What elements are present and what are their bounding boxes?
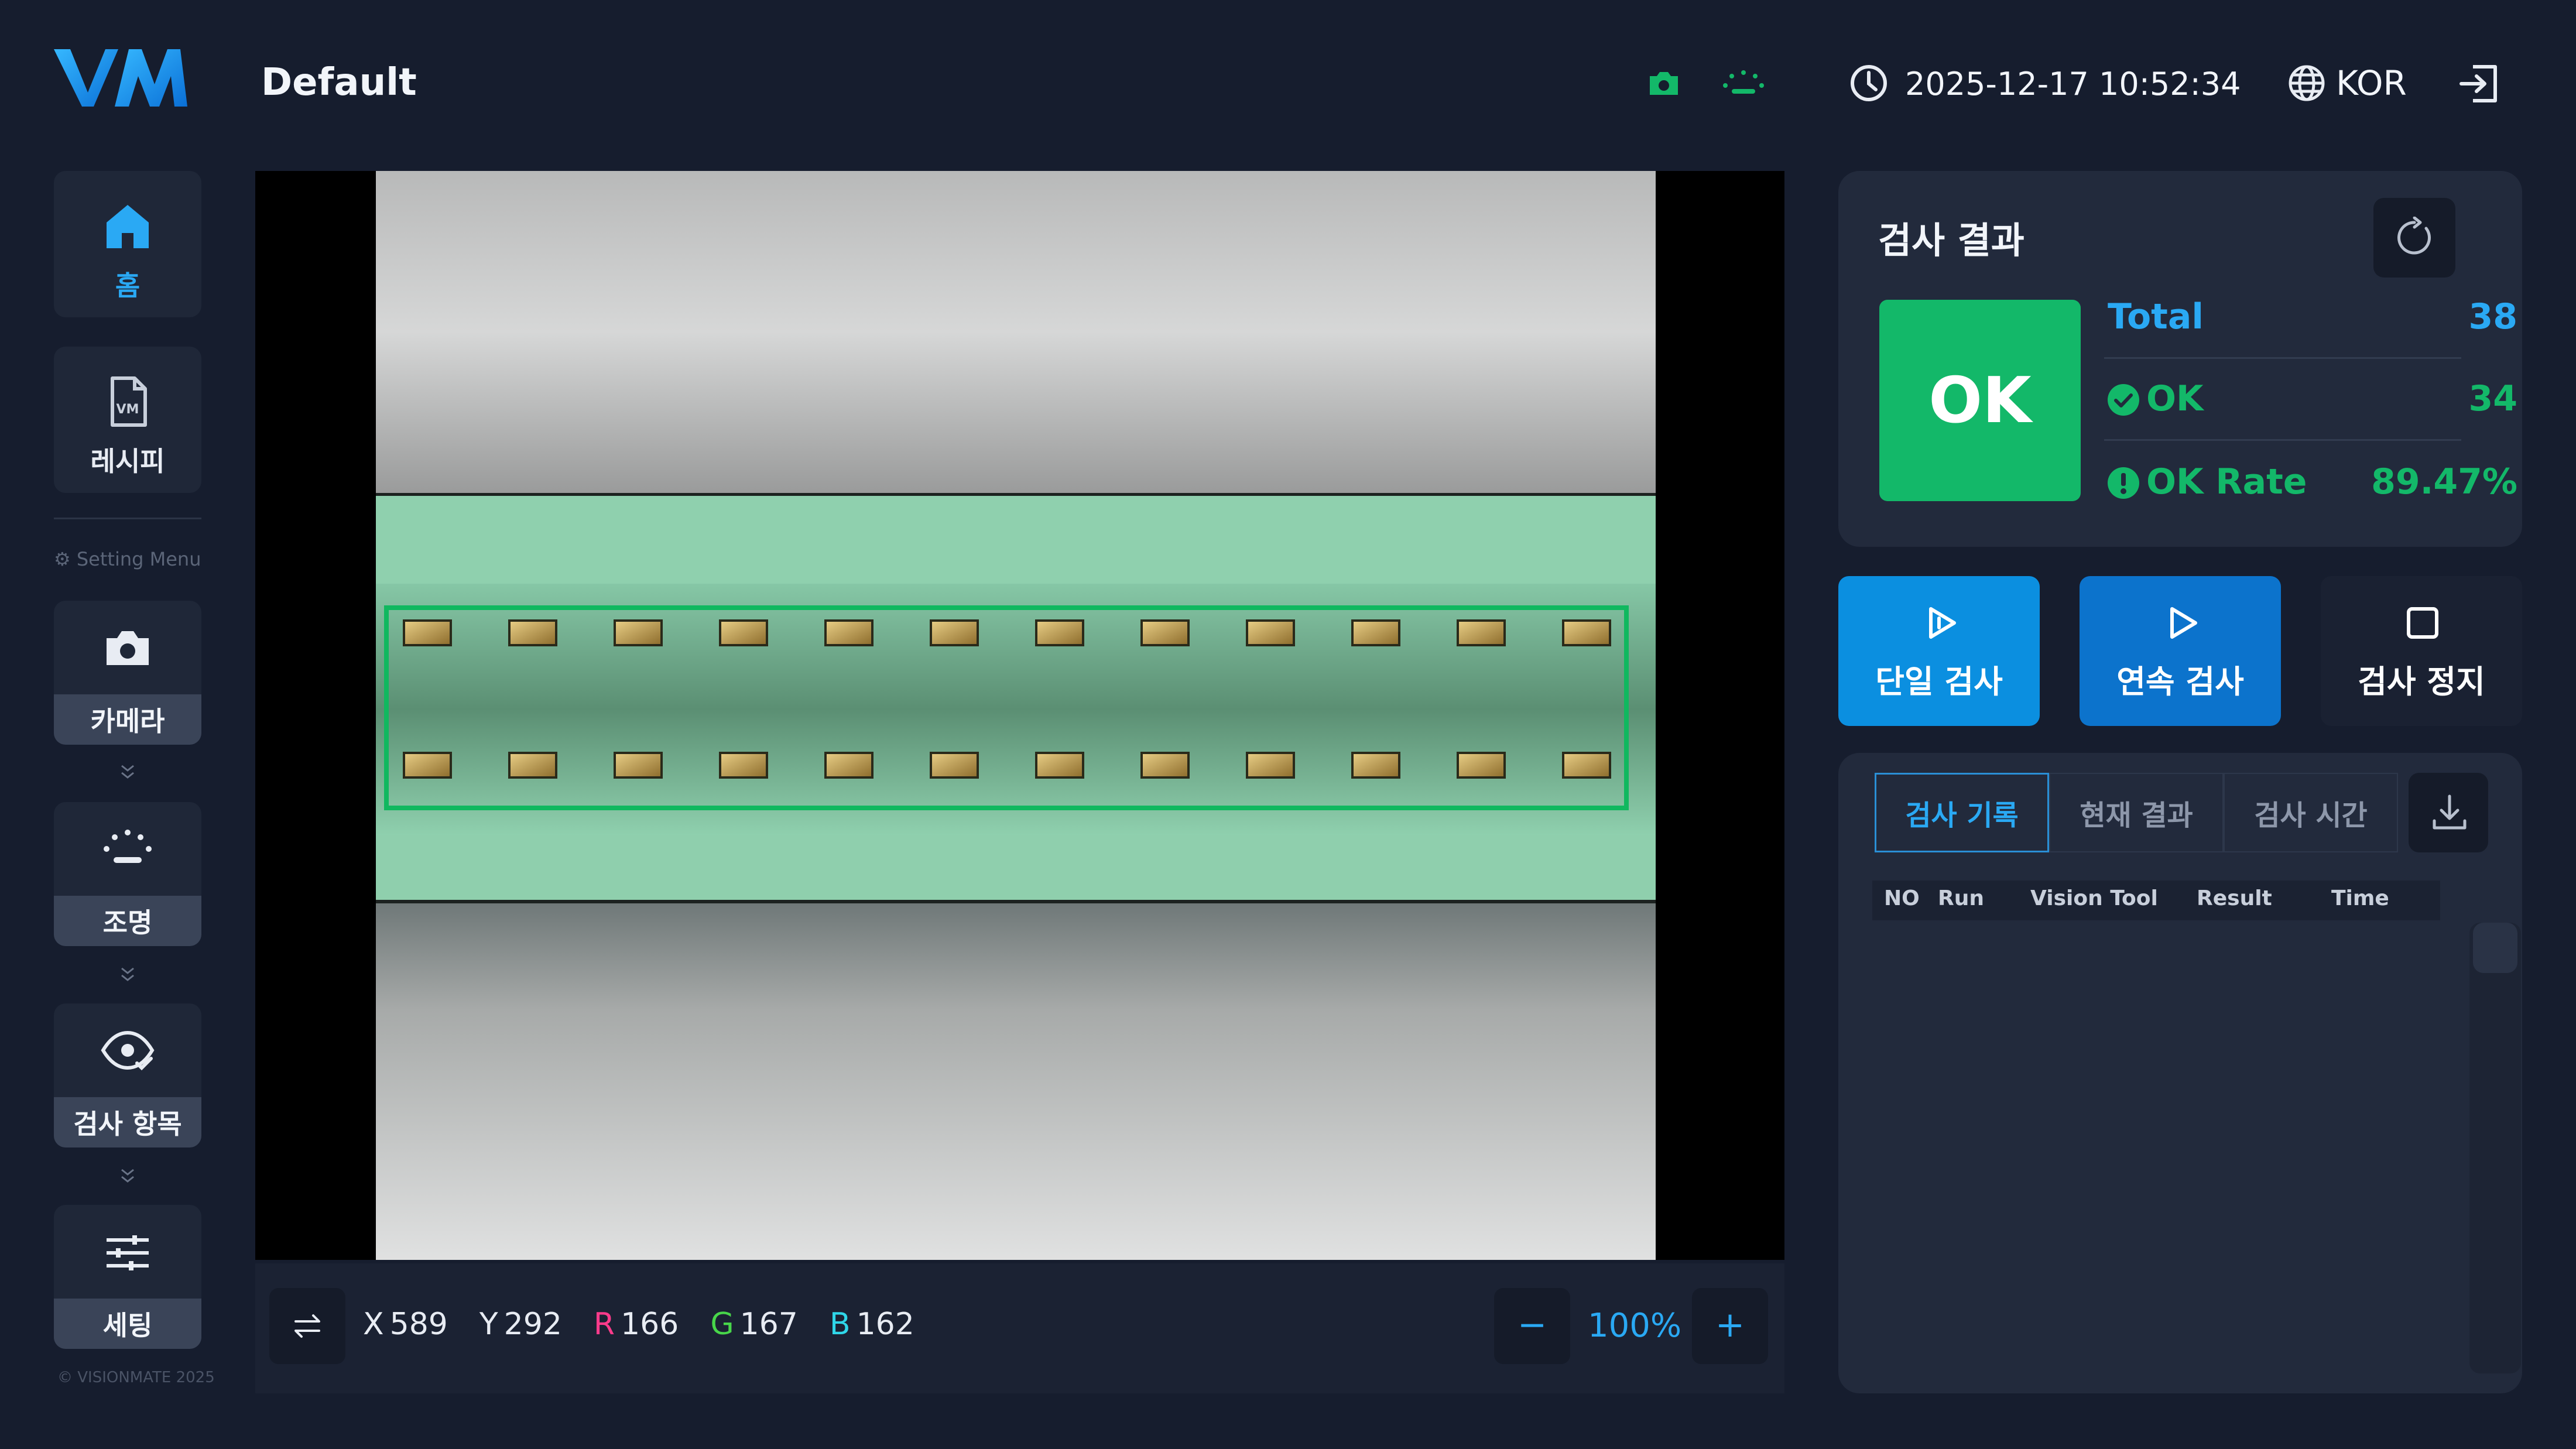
gear-icon: ⚙ bbox=[54, 548, 71, 570]
current-datetime: 2025-12-17 10:52:34 bbox=[1905, 66, 2241, 102]
check-circle-icon bbox=[2108, 384, 2139, 416]
column-header-run: Run bbox=[1938, 886, 1984, 910]
sidebar-item-label: 검사 항목 bbox=[54, 1097, 201, 1147]
inspection-image bbox=[376, 171, 1656, 1260]
ok-rate-label: OK Rate bbox=[2146, 461, 2307, 502]
column-header-time: Time bbox=[2331, 886, 2389, 910]
zoom-out-button[interactable]: − bbox=[1494, 1288, 1570, 1364]
tab-current-result[interactable]: 현재 결과 bbox=[2049, 773, 2224, 852]
pixel-readout: X 589 Y 292 R 166 G 167 B 162 bbox=[363, 1307, 920, 1342]
chevron-down-icon bbox=[121, 1169, 134, 1183]
sliders-icon bbox=[107, 1235, 149, 1270]
sidebar-item-home[interactable]: 홈 bbox=[54, 171, 201, 317]
visionmate-logo bbox=[54, 49, 187, 107]
ok-rate-value: 89.47% bbox=[2371, 461, 2517, 502]
logout-icon[interactable] bbox=[2458, 63, 2501, 104]
sidebar-item-light[interactable]: 조명 bbox=[54, 802, 201, 946]
sidebar-item-label: 레시피 bbox=[90, 446, 165, 477]
total-label: Total bbox=[2108, 296, 2204, 337]
camera-status-icon bbox=[1650, 72, 1678, 95]
sidebar-item-camera[interactable]: 카메라 bbox=[54, 601, 201, 745]
scrollbar-track[interactable] bbox=[2469, 923, 2521, 1373]
sidebar-item-settings[interactable]: 세팅 bbox=[54, 1205, 201, 1349]
g-label: G bbox=[710, 1307, 734, 1342]
refresh-icon bbox=[2397, 217, 2431, 255]
clock-icon bbox=[1851, 65, 1887, 101]
b-value: 162 bbox=[856, 1307, 914, 1342]
eye-check-icon bbox=[101, 1030, 155, 1071]
r-label: R bbox=[593, 1307, 615, 1342]
results-title: 검사 결과 bbox=[1878, 219, 2025, 262]
r-value: 166 bbox=[621, 1307, 679, 1342]
stop-icon bbox=[2407, 607, 2438, 639]
zoom-out-label: − bbox=[1517, 1304, 1547, 1345]
light-status-icon bbox=[1723, 70, 1764, 94]
sidebar-item-recipe[interactable]: VM 레시피 bbox=[54, 347, 201, 493]
continuous-inspect-label: 연속 검사 bbox=[2116, 663, 2244, 700]
g-value: 167 bbox=[739, 1307, 798, 1342]
refresh-button[interactable] bbox=[2373, 198, 2455, 278]
tab-inspection-history[interactable]: 검사 기록 bbox=[1875, 773, 2049, 852]
tab-inspection-time[interactable]: 검사 시간 bbox=[2224, 773, 2398, 852]
download-icon bbox=[2433, 794, 2467, 830]
continuous-inspect-button[interactable]: 연속 검사 bbox=[2080, 576, 2281, 726]
recipe-file-icon: VM bbox=[111, 376, 147, 427]
sidebar-item-label: 세팅 bbox=[54, 1299, 201, 1349]
zoom-in-label: + bbox=[1715, 1304, 1745, 1345]
column-header-no: NO bbox=[1884, 886, 1920, 910]
svg-text:VM: VM bbox=[117, 402, 139, 417]
swap-arrows-icon bbox=[294, 1314, 320, 1338]
x-value: 589 bbox=[389, 1307, 448, 1342]
sidebar-item-label: 조명 bbox=[54, 896, 201, 946]
ok-value: 34 bbox=[2468, 378, 2518, 419]
setting-menu-text: Setting Menu bbox=[76, 548, 201, 570]
zoom-in-button[interactable]: + bbox=[1692, 1288, 1768, 1364]
single-inspect-label: 단일 검사 bbox=[1875, 663, 2003, 700]
sidebar-divider bbox=[54, 518, 201, 519]
play-icon bbox=[2170, 607, 2197, 639]
play-single-icon bbox=[1929, 607, 1956, 639]
camera-icon bbox=[107, 631, 149, 665]
zoom-level: 100% bbox=[1588, 1307, 1682, 1345]
scrollbar-thumb[interactable] bbox=[2473, 923, 2517, 973]
swap-view-button[interactable] bbox=[269, 1288, 345, 1364]
y-value: 292 bbox=[503, 1307, 562, 1342]
alert-circle-icon bbox=[2108, 467, 2139, 499]
b-label: B bbox=[829, 1307, 851, 1342]
download-button[interactable] bbox=[2409, 773, 2488, 852]
single-inspect-button[interactable]: 단일 검사 bbox=[1838, 576, 2040, 726]
setting-menu-heading: ⚙ Setting Menu bbox=[54, 548, 201, 570]
sidebar-item-inspection-items[interactable]: 검사 항목 bbox=[54, 1003, 201, 1147]
light-icon bbox=[104, 830, 152, 863]
page-title: Default bbox=[261, 61, 417, 104]
column-header-result: Result bbox=[2197, 886, 2272, 910]
stop-inspect-label: 검사 정지 bbox=[2358, 663, 2485, 700]
result-status-badge: OK bbox=[1879, 300, 2081, 501]
stop-inspect-button[interactable]: 검사 정지 bbox=[2321, 576, 2522, 726]
stat-divider bbox=[2104, 357, 2461, 359]
y-label: Y bbox=[479, 1307, 498, 1342]
chevron-down-icon bbox=[121, 967, 134, 981]
total-value: 38 bbox=[2468, 296, 2518, 337]
column-header-vision-tool: Vision Tool bbox=[2030, 886, 2158, 910]
stat-divider bbox=[2104, 439, 2461, 441]
globe-icon[interactable] bbox=[2287, 63, 2327, 103]
chevron-down-icon bbox=[121, 765, 134, 779]
copyright: © VISIONMATE 2025 bbox=[57, 1369, 215, 1386]
sidebar-item-label: 홈 bbox=[115, 270, 141, 302]
home-icon bbox=[107, 205, 149, 248]
language-selector[interactable]: KOR bbox=[2336, 63, 2407, 103]
x-label: X bbox=[363, 1307, 384, 1342]
ok-label: OK bbox=[2146, 378, 2204, 419]
sidebar-item-label: 카메라 bbox=[54, 694, 201, 745]
